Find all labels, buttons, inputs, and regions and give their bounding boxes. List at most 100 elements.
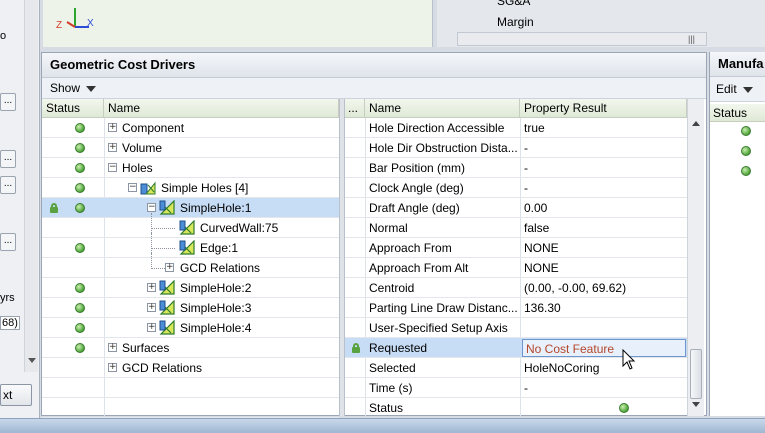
expand-icon[interactable]: + xyxy=(108,143,117,152)
property-row[interactable]: Hole Dir Obstruction Dista... - xyxy=(345,138,687,158)
horizontal-scrollbar[interactable]: ||| xyxy=(457,32,707,46)
expand-icon[interactable]: + xyxy=(147,303,156,312)
expand-icon[interactable]: + xyxy=(147,283,156,292)
browse-button-3[interactable]: ... xyxy=(0,176,16,194)
property-result-column-header[interactable]: Property Result xyxy=(520,99,687,118)
property-name: Centroid xyxy=(369,281,415,295)
collapse-icon[interactable]: − xyxy=(108,163,117,172)
simple-hole-icon xyxy=(159,280,175,295)
browse-button-2[interactable]: ... xyxy=(0,150,16,168)
dots-column-header[interactable]: ... xyxy=(345,99,365,118)
property-value: HoleNoCoring xyxy=(524,361,600,375)
tree-row[interactable]: − Holes xyxy=(42,158,339,178)
status-ok-icon xyxy=(75,123,85,133)
property-row[interactable]: Bar Position (mm) - xyxy=(345,158,687,178)
tree-row[interactable]: + SimpleHole:4 xyxy=(42,318,339,338)
tree-row[interactable]: − Simple Holes [4] xyxy=(42,178,339,198)
collapse-icon[interactable]: − xyxy=(147,203,156,212)
property-name: Approach From xyxy=(369,241,452,255)
scroll-down-icon[interactable] xyxy=(28,358,36,363)
collapse-icon[interactable]: − xyxy=(128,183,137,192)
property-name: Requested xyxy=(369,341,428,355)
tree-row[interactable]: CurvedWall:75 xyxy=(42,213,339,239)
status-ok-icon xyxy=(75,243,85,253)
property-row[interactable]: Hole Direction Accessible true xyxy=(345,118,687,138)
name-column-header[interactable]: Name xyxy=(104,99,339,118)
property-row[interactable]: User-Specified Setup Axis xyxy=(345,318,687,338)
status-ok-icon xyxy=(741,166,751,176)
browse-button-4[interactable]: ... xyxy=(0,233,16,251)
property-row[interactable]: Time (s) - xyxy=(345,378,687,398)
property-scrollbar[interactable] xyxy=(687,99,704,416)
edit-menu[interactable]: Edit xyxy=(716,82,753,96)
browse-button-1[interactable]: ... xyxy=(0,93,16,111)
edit-menu-label: Edit xyxy=(716,82,737,96)
property-value: 0.00 xyxy=(524,201,548,215)
property-row[interactable]: Approach From NONE xyxy=(345,238,687,258)
tree-row-empty xyxy=(42,398,339,418)
property-row[interactable]: Clock Angle (deg) - xyxy=(345,178,687,198)
tree-label: Edge:1 xyxy=(200,241,239,255)
tree-row[interactable]: + Component xyxy=(42,118,339,138)
expand-icon[interactable]: + xyxy=(108,363,117,372)
tree-row[interactable]: + Surfaces xyxy=(42,338,339,358)
tree-row-empty xyxy=(42,378,339,398)
show-menu-label: Show xyxy=(50,81,81,95)
tree-row-selected[interactable]: − SimpleHole:1 xyxy=(42,198,339,218)
scroll-down-icon[interactable] xyxy=(692,402,700,407)
show-menu[interactable]: Show xyxy=(50,81,97,95)
status-ok-icon xyxy=(75,163,85,173)
property-row[interactable]: Approach From Alt NONE xyxy=(345,258,687,278)
tree-row[interactable]: + SimpleHole:2 xyxy=(42,278,339,298)
edge-icon xyxy=(179,240,195,255)
simple-hole-icon xyxy=(159,300,175,315)
status-bar xyxy=(0,418,765,433)
property-value: NONE xyxy=(524,261,559,275)
tree-row[interactable]: + GCD Relations xyxy=(42,358,339,378)
property-row[interactable]: Parting Line Draw Distanc... 136.30 xyxy=(345,298,687,318)
property-value: false xyxy=(524,221,550,235)
tree-label: CurvedWall:75 xyxy=(200,221,279,235)
next-button[interactable]: xt xyxy=(0,384,32,406)
property-row[interactable]: Centroid (0.00, -0.00, 69.62) xyxy=(345,278,687,298)
axis-x-label: X xyxy=(87,18,94,29)
tree-label: SimpleHole:3 xyxy=(180,301,252,315)
manufacturing-panel: Manufa Edit Status xyxy=(709,52,765,416)
expand-icon[interactable]: + xyxy=(165,263,174,272)
property-value: - xyxy=(524,181,528,195)
tree-row[interactable]: + GCD Relations xyxy=(42,253,339,278)
property-name: Draft Angle (deg) xyxy=(369,201,460,215)
left-scrollbar[interactable] xyxy=(24,0,38,372)
status-ok-icon xyxy=(75,323,85,333)
manufacturing-panel-title: Manufa xyxy=(710,52,765,77)
tree-row[interactable]: + SimpleHole:3 xyxy=(42,298,339,318)
property-name: Parting Line Draw Distanc... xyxy=(369,301,518,315)
expand-icon[interactable]: + xyxy=(147,323,156,332)
property-value: - xyxy=(524,161,528,175)
tree-row[interactable]: Edge:1 xyxy=(42,233,339,259)
scroll-thumb[interactable] xyxy=(690,349,702,399)
requested-value-field[interactable]: No Cost Feature xyxy=(522,339,686,357)
tree-row[interactable]: + Volume xyxy=(42,138,339,158)
property-name: Hole Direction Accessible xyxy=(369,121,505,135)
manufacturing-status-header[interactable]: Status xyxy=(710,104,765,122)
expand-icon[interactable]: + xyxy=(108,123,117,132)
expand-icon[interactable]: + xyxy=(108,343,117,352)
tree-label: Simple Holes [4] xyxy=(161,181,249,195)
status-ok-icon xyxy=(75,143,85,153)
lock-icon xyxy=(50,203,58,213)
stub-field[interactable]: 68) xyxy=(0,316,20,330)
scroll-up-icon[interactable] xyxy=(692,121,700,126)
stub-text-years: yrs xyxy=(0,292,15,304)
stub-text-1: o xyxy=(0,30,7,42)
status-column-header[interactable]: Status xyxy=(42,99,104,118)
simple-hole-icon xyxy=(159,200,175,215)
status-ok-icon xyxy=(741,146,751,156)
status-ok-icon xyxy=(75,283,85,293)
model-viewport[interactable]: Z X xyxy=(43,0,433,47)
dropdown-arrow-icon xyxy=(742,86,753,93)
property-row[interactable]: Draft Angle (deg) 0.00 xyxy=(345,198,687,218)
property-row[interactable]: Normal false xyxy=(345,218,687,238)
property-row[interactable]: Status xyxy=(345,398,687,418)
property-name-column-header[interactable]: Name xyxy=(365,99,520,118)
